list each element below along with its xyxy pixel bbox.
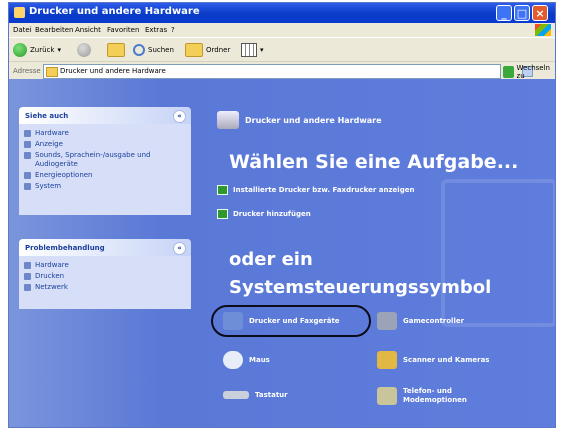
toolbar: Zurück ▾ Suchen Ordner ▾ [9,37,555,62]
forward-button[interactable] [77,43,91,57]
views-button[interactable]: ▾ [241,43,264,57]
troubleshoot-title: Problembehandlung [25,244,105,252]
display-icon [24,141,31,148]
see-also-item[interactable]: Energieoptionen [19,171,191,181]
menu-bar: Datei Bearbeiten Ansicht Favoriten Extra… [9,23,555,37]
see-also-item[interactable]: Anzeige [19,140,191,150]
troubleshoot-item[interactable]: Hardware [19,261,191,271]
scanner-camera-icon [377,351,397,369]
forward-arrow-icon [77,43,91,57]
views-dropdown-icon: ▾ [260,46,264,54]
address-bar: Adresse Drucker und andere Hardware Wech… [9,61,555,80]
explorer-window: Drucker und andere Hardware _ □ × Datei … [8,2,556,428]
hardware-icon [24,130,31,137]
folders-icon [185,43,203,57]
help-icon [24,262,31,269]
go-button[interactable]: Wechseln zu [503,64,555,80]
see-also-item[interactable]: Hardware [19,129,191,139]
category-title: Drucker und andere Hardware [245,115,382,125]
troubleshoot-panel: Problembehandlung « Hardware Drucken Net… [19,239,191,309]
cp-icon-gamecontrollers[interactable]: Gamecontroller [377,312,464,330]
minimize-button[interactable]: _ [496,5,512,21]
folder-icon [46,67,58,77]
sound-icon [24,152,31,159]
cp-icon-phone-modem[interactable]: Telefon- und Modemoptionen [377,387,467,405]
back-button[interactable]: Zurück ▾ [13,43,61,57]
maximize-button[interactable]: □ [514,5,530,21]
window-icon [14,7,25,18]
folders-label: Ordner [206,46,231,54]
category-header: Drucker und andere Hardware [217,111,382,129]
see-also-panel: Siehe auch « Hardware Anzeige Sounds, Sp… [19,107,191,215]
see-also-item[interactable]: Sounds, Sprachein-/ausgabe und Audiogerä… [19,151,191,170]
menu-bearbeiten[interactable]: Bearbeiten [35,26,73,34]
power-icon [24,172,31,179]
cp-icon-scanners[interactable]: Scanner und Kameras [377,351,489,369]
window-title: Drucker und andere Hardware [29,6,200,17]
go-arrow-icon [503,66,514,78]
highlight-ring [211,305,371,337]
back-arrow-icon [13,43,27,57]
content-area: Siehe auch « Hardware Anzeige Sounds, Sp… [9,79,555,427]
task-link[interactable]: Installierte Drucker bzw. Faxdrucker anz… [217,185,414,195]
background-emblem [441,179,555,327]
collapse-chevron-icon[interactable]: « [173,110,186,123]
gamecontroller-icon [377,312,397,330]
collapse-chevron-icon[interactable]: « [173,242,186,255]
see-also-header[interactable]: Siehe auch « [19,107,191,124]
menu-datei[interactable]: Datei [13,26,32,34]
system-icon [24,183,31,190]
menu-help[interactable]: ? [171,26,175,34]
or-heading: oder ein [229,249,313,270]
menu-extras[interactable]: Extras [145,26,167,34]
address-label: Adresse [13,67,41,75]
search-icon [133,44,145,56]
cp-icon-mouse[interactable]: Maus [223,351,270,369]
title-bar[interactable]: Drucker und andere Hardware _ □ × [9,3,555,23]
up-button[interactable] [107,43,125,57]
windows-logo-icon [535,24,551,36]
go-label: Wechseln zu [516,64,550,80]
back-label: Zurück [30,46,55,54]
cp-icon-keyboard[interactable]: Tastatur [223,391,288,399]
close-button[interactable]: × [532,5,548,21]
views-icon [241,43,257,57]
see-also-title: Siehe auch [25,112,69,120]
search-label: Suchen [148,46,174,54]
back-dropdown-icon[interactable]: ▾ [57,46,61,54]
task-link[interactable]: Drucker hinzufügen [217,209,311,219]
printer-hardware-icon [217,111,239,129]
keyboard-icon [223,391,249,399]
choose-task-heading: Wählen Sie eine Aufgabe... [229,151,519,173]
troubleshoot-item[interactable]: Netzwerk [19,283,191,293]
task-arrow-icon [217,209,228,219]
troubleshoot-item[interactable]: Drucken [19,272,191,282]
cp-icon-heading: Systemsteuerungssymbol [229,277,492,298]
address-input[interactable]: Drucker und andere Hardware [43,64,533,79]
menu-favoriten[interactable]: Favoriten [107,26,139,34]
troubleshoot-header[interactable]: Problembehandlung « [19,239,191,256]
address-value: Drucker und andere Hardware [60,67,166,75]
see-also-item[interactable]: System [19,182,191,192]
folders-button[interactable]: Ordner [185,43,230,57]
mouse-icon [223,351,243,369]
menu-ansicht[interactable]: Ansicht [75,26,101,34]
help-icon [24,273,31,280]
task-arrow-icon [217,185,228,195]
phone-modem-icon [377,387,397,405]
folder-up-icon [107,43,125,57]
search-button[interactable]: Suchen [133,43,174,57]
help-icon [24,284,31,291]
